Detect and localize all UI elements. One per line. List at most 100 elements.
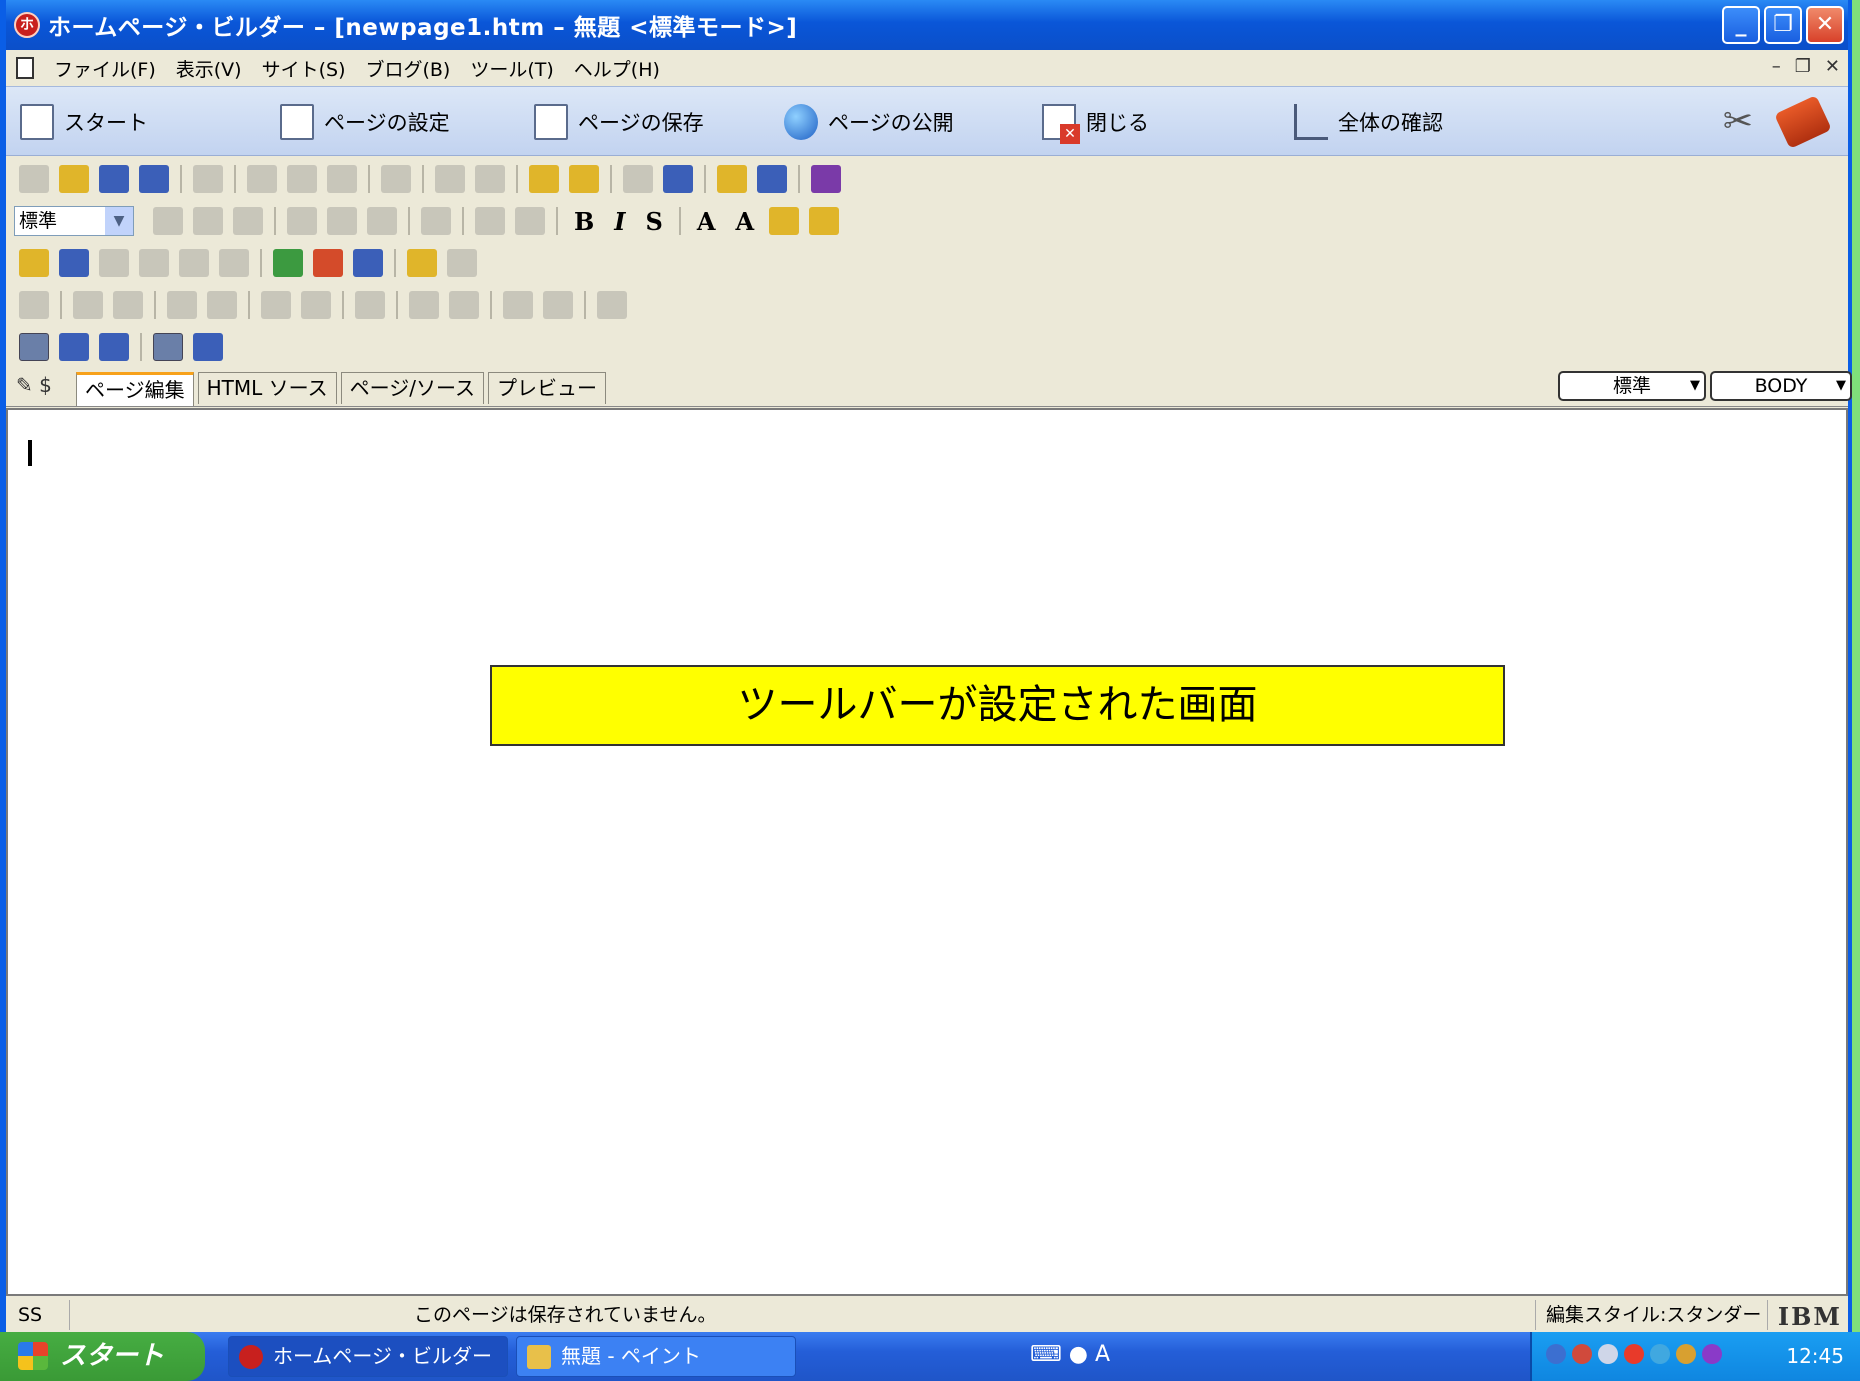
insert-button-icon[interactable]: [313, 249, 343, 277]
cell-properties-icon[interactable]: [355, 291, 385, 319]
insert-row-icon[interactable]: [73, 291, 103, 319]
page-settings-button[interactable]: ページの設定: [280, 87, 450, 157]
volume-icon[interactable]: [1598, 1344, 1618, 1364]
insert-chart-icon[interactable]: [447, 249, 477, 277]
site-check-button[interactable]: 全体の確認: [1294, 87, 1443, 157]
tab-preview[interactable]: プレビュー: [487, 372, 606, 404]
align-cell-icon[interactable]: [409, 291, 439, 319]
upload-all-icon[interactable]: [569, 165, 599, 193]
copy-icon[interactable]: [287, 165, 317, 193]
doc-restore-icon[interactable]: ❐: [1795, 56, 1811, 77]
save-all-icon[interactable]: [139, 165, 169, 193]
cell-color-icon[interactable]: [543, 291, 573, 319]
undo-icon[interactable]: [435, 165, 465, 193]
split-cells-icon[interactable]: [301, 291, 331, 319]
bullet-list-icon[interactable]: [421, 207, 451, 235]
style-selector[interactable]: 標準 ▼: [1558, 371, 1706, 401]
start-button[interactable]: スタート: [20, 87, 148, 157]
indent-icon[interactable]: [515, 207, 545, 235]
delete-column-icon[interactable]: [207, 291, 237, 319]
tab-tools-icon[interactable]: ✎ $: [16, 373, 52, 397]
title-bar[interactable]: ホ ホームページ・ビルダー – [newpage1.htm – 無題 <標準モー…: [6, 0, 1848, 50]
distribute-cells-icon[interactable]: [449, 291, 479, 319]
restore-button[interactable]: ❐: [1764, 6, 1802, 44]
menu-site[interactable]: サイト(S): [252, 55, 356, 82]
menu-tools[interactable]: ツール(T): [460, 55, 563, 82]
table-icon[interactable]: [19, 291, 49, 319]
app-icon[interactable]: ホ: [14, 12, 40, 38]
page-publish-button[interactable]: ページの公開: [784, 87, 954, 157]
new-file-icon[interactable]: [19, 165, 49, 193]
ad-icon[interactable]: [757, 165, 787, 193]
strikethrough-icon[interactable]: S: [646, 207, 663, 236]
view-color-icon[interactable]: [19, 333, 49, 361]
messenger-icon[interactable]: [1676, 1344, 1696, 1364]
cell-width-icon[interactable]: [503, 291, 533, 319]
view-frame-border-icon[interactable]: [193, 333, 223, 361]
insert-table-icon[interactable]: [139, 249, 169, 277]
frame-icon[interactable]: [623, 165, 653, 193]
start-menu-button[interactable]: スタート: [0, 1332, 205, 1381]
minimize-button[interactable]: _: [1722, 6, 1760, 44]
horizontal-rule-icon[interactable]: [99, 249, 129, 277]
help-book-icon[interactable]: [1774, 95, 1832, 149]
chevron-down-icon[interactable]: ▼: [105, 207, 133, 235]
tab-page-source[interactable]: ページ/ソース: [340, 372, 484, 404]
close-page-button[interactable]: 閉じる: [1042, 87, 1149, 157]
insert-form-icon[interactable]: [179, 249, 209, 277]
merge-cells-icon[interactable]: [261, 291, 291, 319]
update-icon[interactable]: [1650, 1344, 1670, 1364]
antivirus-icon[interactable]: [1624, 1344, 1644, 1364]
outdent-icon[interactable]: [475, 207, 505, 235]
view-cursor-icon[interactable]: [153, 333, 183, 361]
keyboard-icon[interactable]: ⌨: [1030, 1342, 1062, 1367]
italic-icon[interactable]: I: [614, 207, 625, 236]
doc-close-icon[interactable]: ✕: [1825, 56, 1840, 77]
menu-view[interactable]: 表示(V): [166, 55, 252, 82]
tab-html-source[interactable]: HTML ソース: [197, 372, 337, 404]
paragraph-style-select[interactable]: 標準 ▼: [14, 206, 134, 236]
menu-help[interactable]: ヘルプ(H): [564, 55, 670, 82]
upload-icon[interactable]: [529, 165, 559, 193]
menu-blog[interactable]: ブログ(B): [355, 55, 460, 82]
image-edit-icon[interactable]: [717, 165, 747, 193]
paste-icon[interactable]: [327, 165, 357, 193]
highlight-icon[interactable]: [809, 207, 840, 235]
page-save-button[interactable]: ページの保存: [534, 87, 704, 157]
insert-layout-frame-icon[interactable]: [219, 249, 249, 277]
tag-selector[interactable]: BODY ▼: [1710, 371, 1852, 401]
layout-icon[interactable]: [811, 165, 841, 193]
align-center-icon[interactable]: [193, 207, 223, 235]
browser-preview-icon[interactable]: [663, 165, 693, 193]
insert-art-icon[interactable]: [273, 249, 303, 277]
font-larger-icon[interactable]: A: [697, 207, 716, 236]
close-button[interactable]: ✕: [1806, 6, 1844, 44]
insert-web-art-icon[interactable]: [353, 249, 383, 277]
align-top-icon[interactable]: [287, 207, 317, 235]
align-bottom-icon[interactable]: [367, 207, 397, 235]
security-icon[interactable]: [1572, 1344, 1592, 1364]
task-paint[interactable]: 無題 - ペイント: [516, 1336, 796, 1377]
table-style-icon[interactable]: [597, 291, 627, 319]
tab-page-edit[interactable]: ページ編集: [76, 372, 194, 406]
tools-icon[interactable]: ✂: [1723, 101, 1753, 142]
ime-icon[interactable]: ●: [1069, 1342, 1088, 1367]
insert-image-icon[interactable]: [59, 249, 89, 277]
editor-area[interactable]: ツールバーが設定された画面: [6, 408, 1848, 1296]
delete-row-icon[interactable]: [167, 291, 197, 319]
save-icon[interactable]: [99, 165, 129, 193]
redo-icon[interactable]: [475, 165, 505, 193]
print-icon[interactable]: [193, 165, 223, 193]
eraser-icon[interactable]: [381, 165, 411, 193]
bold-icon[interactable]: B: [574, 207, 594, 236]
insert-column-icon[interactable]: [113, 291, 143, 319]
view-form-icon[interactable]: [99, 333, 129, 361]
task-homepage-builder[interactable]: ホームページ・ビルダー ...: [228, 1336, 508, 1377]
align-right-icon[interactable]: [233, 207, 263, 235]
align-left-icon[interactable]: [153, 207, 183, 235]
menu-file[interactable]: ファイル(F): [44, 55, 166, 82]
edit-pencil-icon[interactable]: [19, 249, 49, 277]
insert-animation-icon[interactable]: [407, 249, 437, 277]
yahoo-icon[interactable]: [1702, 1344, 1722, 1364]
network-icon[interactable]: [1546, 1344, 1566, 1364]
